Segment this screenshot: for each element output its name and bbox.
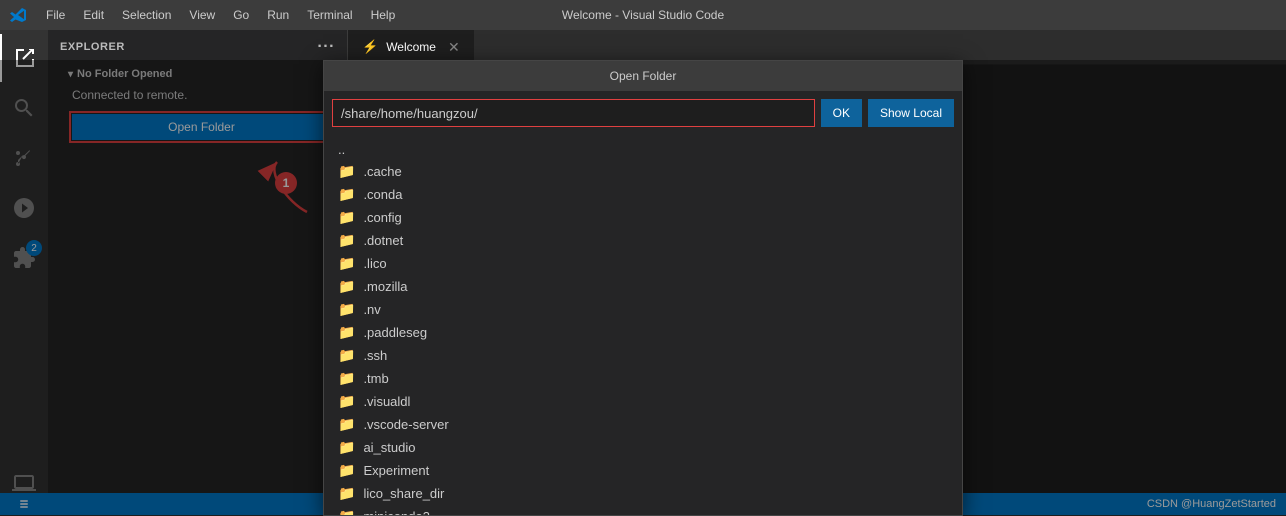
folder-icon: 📁	[338, 278, 355, 295]
dialog-file-list: .. 📁 .cache 📁 .conda 📁 .config 📁 .dotnet…	[324, 135, 962, 515]
folder-icon: 📁	[338, 255, 355, 272]
sidebar-title: Explorer	[60, 41, 125, 53]
folder-name: .conda	[363, 187, 402, 202]
folder-name: .config	[363, 210, 401, 225]
folder-name: .tmb	[363, 371, 388, 386]
folder-name: .visualdl	[363, 394, 410, 409]
list-item[interactable]: 📁 lico_share_dir	[324, 482, 962, 505]
tab-close-icon[interactable]: ✕	[448, 39, 460, 56]
menu-bar: File Edit Selection View Go Run Terminal…	[38, 6, 403, 24]
folder-icon: 📁	[338, 163, 355, 180]
dialog-ok-button[interactable]: OK	[821, 99, 862, 127]
list-item[interactable]: 📁 ai_studio	[324, 436, 962, 459]
list-item[interactable]: 📁 .mozilla	[324, 275, 962, 298]
parent-dir-item[interactable]: ..	[324, 139, 962, 160]
folder-icon: 📁	[338, 508, 355, 515]
list-item[interactable]: 📁 .dotnet	[324, 229, 962, 252]
folder-icon: 📁	[338, 324, 355, 341]
dialog-title: Open Folder	[324, 61, 962, 91]
vscode-logo-icon	[10, 7, 26, 23]
menu-view[interactable]: View	[181, 6, 223, 24]
folder-name: .ssh	[363, 348, 387, 363]
folder-icon: 📁	[338, 462, 355, 479]
folder-icon: 📁	[338, 209, 355, 226]
list-item[interactable]: 📁 .visualdl	[324, 390, 962, 413]
folder-icon: 📁	[338, 232, 355, 249]
folder-icon: 📁	[338, 186, 355, 203]
list-item[interactable]: 📁 Experiment	[324, 459, 962, 482]
tab-welcome[interactable]: ⚡ Welcome ✕	[348, 30, 475, 64]
folder-icon: 📁	[338, 393, 355, 410]
folder-name: miniconda3	[363, 509, 430, 515]
folder-icon: 📁	[338, 370, 355, 387]
list-item[interactable]: 📁 .lico	[324, 252, 962, 275]
menu-selection[interactable]: Selection	[114, 6, 179, 24]
folder-name: .nv	[363, 302, 380, 317]
list-item[interactable]: 📁 miniconda3	[324, 505, 962, 515]
menu-go[interactable]: Go	[225, 6, 257, 24]
dialog-show-local-button[interactable]: Show Local	[868, 99, 954, 127]
folder-name: .dotnet	[363, 233, 403, 248]
list-item[interactable]: 📁 .ssh	[324, 344, 962, 367]
dialog-input-row: OK Show Local	[324, 91, 962, 135]
sidebar-header: Explorer ···	[48, 30, 347, 64]
list-item[interactable]: 📁 .nv	[324, 298, 962, 321]
folder-icon: 📁	[338, 301, 355, 318]
folder-icon: 📁	[338, 347, 355, 364]
title-bar-left: File Edit Selection View Go Run Terminal…	[10, 6, 403, 24]
menu-run[interactable]: Run	[259, 6, 297, 24]
list-item[interactable]: 📁 .config	[324, 206, 962, 229]
list-item[interactable]: 📁 .conda	[324, 183, 962, 206]
menu-edit[interactable]: Edit	[75, 6, 112, 24]
menu-terminal[interactable]: Terminal	[299, 6, 360, 24]
folder-name: .cache	[363, 164, 401, 179]
menu-file[interactable]: File	[38, 6, 73, 24]
folder-name: .paddleseg	[363, 325, 427, 340]
sidebar-more-icon[interactable]: ···	[317, 38, 335, 56]
folder-icon: 📁	[338, 416, 355, 433]
folder-name: .mozilla	[363, 279, 407, 294]
list-item[interactable]: 📁 .tmb	[324, 367, 962, 390]
title-bar: File Edit Selection View Go Run Terminal…	[0, 0, 1286, 30]
folder-name: Experiment	[363, 463, 429, 478]
sidebar-header-icons: ···	[317, 38, 335, 56]
menu-help[interactable]: Help	[363, 6, 404, 24]
folder-path-input[interactable]	[332, 99, 815, 127]
list-item[interactable]: 📁 .cache	[324, 160, 962, 183]
window-title: Welcome - Visual Studio Code	[562, 8, 724, 22]
tab-welcome-label: Welcome	[386, 40, 436, 54]
folder-name: .lico	[363, 256, 386, 271]
main-layout: 2 Explorer ··· ▾ No Folder Opened Connec…	[0, 30, 1286, 515]
folder-icon: 📁	[338, 439, 355, 456]
list-item[interactable]: 📁 .vscode-server	[324, 413, 962, 436]
folder-name: .vscode-server	[363, 417, 448, 432]
folder-name: ai_studio	[363, 440, 415, 455]
tab-welcome-icon: ⚡	[362, 39, 378, 55]
list-item[interactable]: 📁 .paddleseg	[324, 321, 962, 344]
folder-name: lico_share_dir	[363, 486, 444, 501]
folder-icon: 📁	[338, 485, 355, 502]
open-folder-dialog: Open Folder OK Show Local .. 📁 .cache 📁 …	[323, 60, 963, 516]
